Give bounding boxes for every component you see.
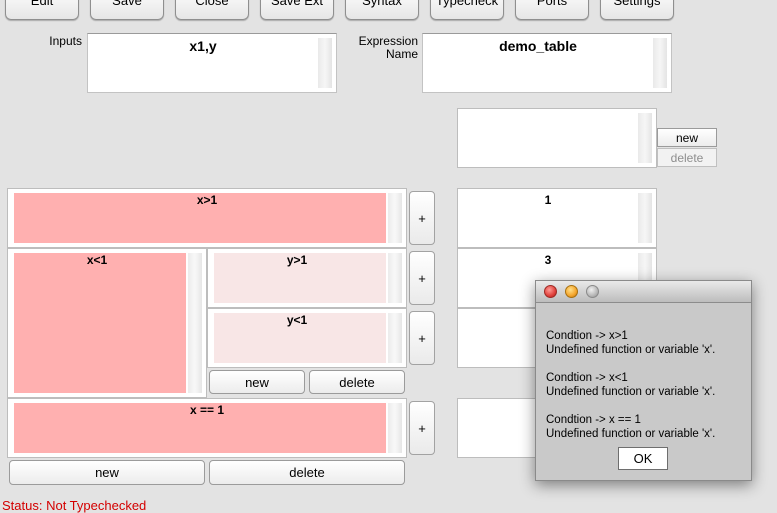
expression-label-line2: Name: [385, 47, 418, 61]
output-cell-1[interactable]: 1: [457, 188, 657, 248]
add-subcondition-button-row1[interactable]: +: [409, 191, 435, 245]
condition-new-button[interactable]: new: [9, 460, 205, 485]
status-text: Status: Not Typechecked: [2, 498, 147, 513]
condition-cell-row1[interactable]: x>1: [7, 188, 407, 248]
inputs-field[interactable]: x1,y: [87, 33, 337, 93]
subcondition-delete-button[interactable]: delete: [309, 370, 405, 394]
message-line: Condtion -> x>1: [546, 330, 628, 342]
message-line: Condtion -> x == 1: [546, 414, 641, 426]
error-dialog: Condtion -> x>1 Undefined function or va…: [535, 280, 752, 481]
condition-fill: [14, 253, 186, 393]
output-header-cell[interactable]: [457, 108, 657, 168]
condition-scrollbar[interactable]: [388, 193, 402, 243]
save-button[interactable]: Save: [90, 0, 164, 20]
save-ext-button[interactable]: Save Ext: [260, 0, 334, 20]
message-line: Undefined function or variable 'x'.: [546, 344, 716, 356]
close-window-icon[interactable]: [544, 285, 557, 298]
minimize-window-icon[interactable]: [565, 285, 578, 298]
zoom-window-icon[interactable]: [586, 285, 599, 298]
dialog-message-1: Condtion -> x>1 Undefined function or va…: [546, 329, 715, 357]
expression-name-field[interactable]: demo_table: [422, 33, 672, 93]
subcondition-cell-2[interactable]: y<1: [207, 308, 407, 368]
output-delete-button[interactable]: delete: [657, 148, 717, 167]
condition-scrollbar[interactable]: [388, 403, 402, 453]
dialog-titlebar[interactable]: [536, 281, 751, 303]
subcondition-scrollbar[interactable]: [388, 253, 402, 303]
message-line: Condtion -> x<1: [546, 372, 628, 384]
condition-cell-row2[interactable]: x<1: [7, 248, 207, 398]
output-header-scrollbar[interactable]: [638, 113, 652, 163]
edit-button[interactable]: Edit: [5, 0, 79, 20]
condition-delete-button[interactable]: delete: [209, 460, 405, 485]
add-subcondition-button-sub1[interactable]: +: [409, 251, 435, 305]
dialog-message: Condtion -> x>1 Undefined function or va…: [546, 329, 715, 455]
ok-button[interactable]: OK: [618, 447, 668, 470]
message-line: Undefined function or variable 'x'.: [546, 428, 716, 440]
close-button[interactable]: Close: [175, 0, 249, 20]
condition-text-row3: x == 1: [189, 403, 225, 417]
output-new-button[interactable]: new: [657, 128, 717, 147]
inputs-scrollbar[interactable]: [318, 38, 332, 88]
dialog-message-2: Condtion -> x<1 Undefined function or va…: [546, 371, 715, 399]
expression-name-label: Expression Name: [340, 35, 418, 61]
subcondition-scrollbar[interactable]: [388, 313, 402, 363]
condition-text-row2: x<1: [86, 253, 108, 267]
subcondition-new-button[interactable]: new: [209, 370, 305, 394]
expression-name-value: demo_table: [499, 38, 577, 54]
subcondition-text-1: y>1: [286, 253, 308, 267]
output-value-1: 1: [544, 193, 552, 207]
add-subcondition-button-sub2[interactable]: +: [409, 311, 435, 365]
typecheck-button[interactable]: Typecheck: [430, 0, 504, 20]
condition-text-row1: x>1: [196, 193, 218, 207]
subcondition-text-2: y<1: [286, 313, 308, 327]
subcondition-cell-1[interactable]: y>1: [207, 248, 407, 308]
settings-button[interactable]: Settings: [600, 0, 674, 20]
syntax-button[interactable]: Syntax: [345, 0, 419, 20]
condition-cell-row3[interactable]: x == 1: [7, 398, 407, 458]
inputs-label: Inputs: [49, 34, 82, 48]
condition-scrollbar[interactable]: [188, 253, 202, 393]
inputs-value: x1,y: [189, 38, 217, 54]
add-subcondition-button-row3[interactable]: +: [409, 401, 435, 455]
ports-button[interactable]: Ports: [515, 0, 589, 20]
output-value-2: 3: [544, 253, 552, 267]
expression-scrollbar[interactable]: [653, 38, 667, 88]
output-scrollbar[interactable]: [638, 193, 652, 243]
message-line: Undefined function or variable 'x'.: [546, 386, 716, 398]
dialog-message-3: Condtion -> x == 1 Undefined function or…: [546, 413, 715, 441]
